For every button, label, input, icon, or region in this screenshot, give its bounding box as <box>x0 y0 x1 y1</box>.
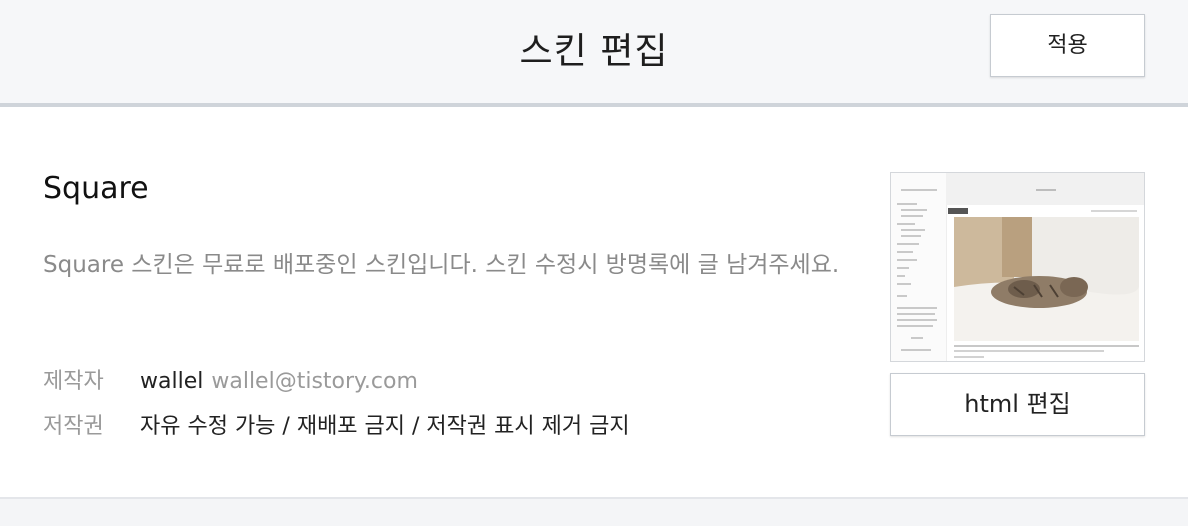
copyright-label: 저작권 <box>43 414 104 439</box>
author-row: 제작자 wallel wallel@tistory.com <box>43 363 418 395</box>
apply-button[interactable]: 적용 <box>990 14 1145 77</box>
skin-info-panel: Square Square 스킨은 무료로 배포중인 스킨입니다. 스킨 수정시… <box>0 107 1188 497</box>
thumbnail-category-tag <box>948 208 968 214</box>
author-label: 제작자 <box>43 369 104 394</box>
copyright-value: 자유 수정 가능 / 재배포 금지 / 저작권 표시 제거 금지 <box>140 414 630 439</box>
cat-photo-image <box>954 217 1139 341</box>
thumbnail-topbar <box>946 173 1144 205</box>
html-edit-button[interactable]: html 편집 <box>890 373 1145 436</box>
author-email[interactable]: wallel@tistory.com <box>211 369 418 394</box>
author-name: wallel <box>140 369 204 394</box>
footer-band <box>0 497 1188 526</box>
copyright-row: 저작권 자유 수정 가능 / 재배포 금지 / 저작권 표시 제거 금지 <box>43 408 630 440</box>
skin-preview-thumbnail <box>890 172 1145 362</box>
skin-description: Square 스킨은 무료로 배포중인 스킨입니다. 스킨 수정시 방명록에 글… <box>43 252 840 278</box>
skin-name: Square <box>43 171 149 206</box>
header-bar: 스킨 편집 적용 <box>0 0 1188 107</box>
thumbnail-sidebar <box>891 173 947 361</box>
